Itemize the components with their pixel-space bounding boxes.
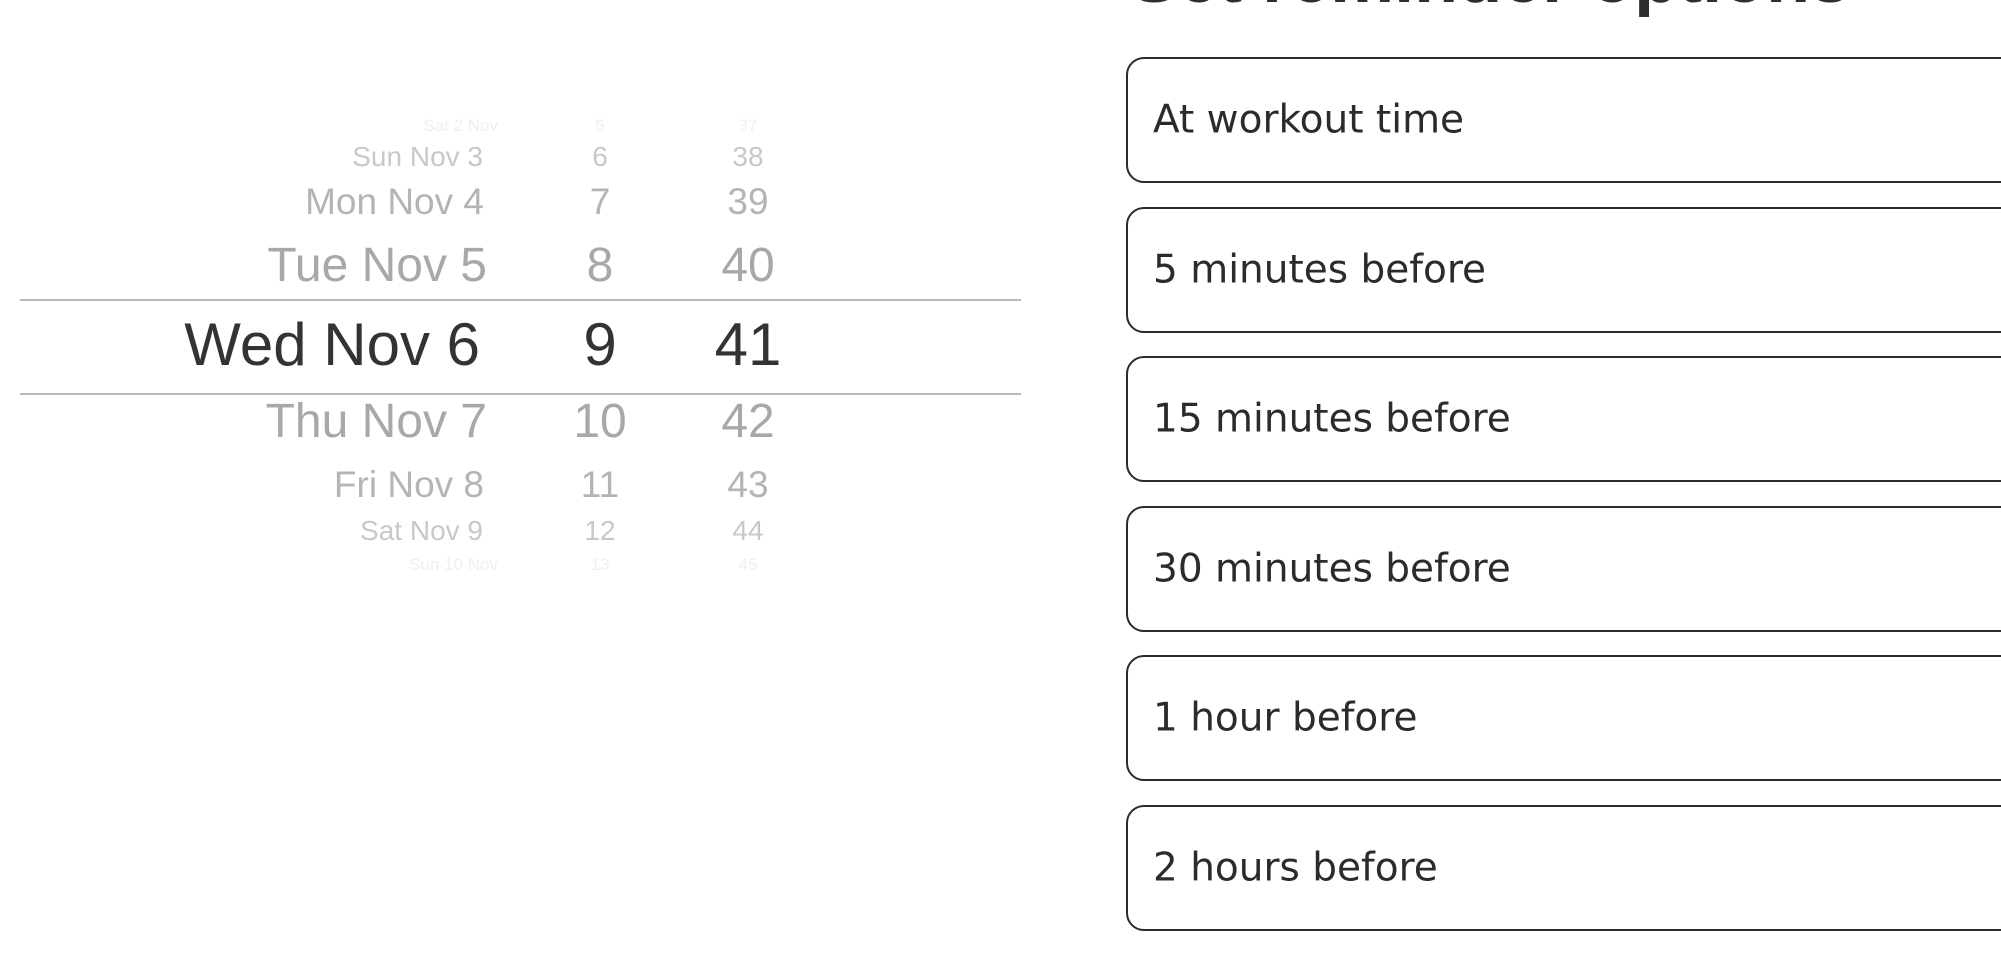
picker-date-cell-text: Sat Nov 9 xyxy=(360,515,483,546)
reminder-option-label: 5 minutes before xyxy=(1153,247,1486,292)
picker-date-cell[interactable]: Thu Nov 7 xyxy=(266,398,487,446)
picker-hour-cell-text: 9 xyxy=(583,311,617,378)
picker-date-cell-text: Mon Nov 4 xyxy=(305,181,484,222)
picker-minute-cell-text: 40 xyxy=(721,239,775,292)
picker-minute-cell-text: 39 xyxy=(727,181,769,222)
picker-date-cell[interactable]: Wed Nov 6 xyxy=(184,315,480,375)
date-time-wheel-picker[interactable]: Sat 2 Nov 5 37 Sun Nov 3 6 38 Mon Nov 4 7 39 Tue … xyxy=(0,0,1022,600)
reminder-option-button[interactable]: 1 hour before xyxy=(1126,655,2001,781)
picker-hour-cell-text: 7 xyxy=(589,181,611,222)
reminder-option-label: 15 minutes before xyxy=(1153,396,1511,442)
reminder-option-label: 2 hours before xyxy=(1153,845,1438,890)
reminder-options-list: At workout time 5 minutes before 15 minute… xyxy=(1126,57,2001,954)
picker-date-cell-text: Wed Nov 6 xyxy=(184,311,480,378)
picker-minute-cell-text: 41 xyxy=(714,311,782,378)
picker-hour-cell-text: 6 xyxy=(592,141,608,172)
picker-date-cell[interactable]: Sun Nov 3 xyxy=(352,143,483,171)
picker-date-cell[interactable]: Sat 2 Nov xyxy=(423,117,498,134)
picker-date-cell-text: Sun 10 Nov xyxy=(409,555,498,574)
picker-hour-cell-text: 13 xyxy=(590,555,610,574)
picker-hour-cell-text: 5 xyxy=(595,116,605,135)
picker-date-cell-text: Sun Nov 3 xyxy=(352,141,483,172)
selection-top-divider xyxy=(20,299,1021,301)
reminder-option-button[interactable]: 30 minutes before xyxy=(1126,505,2001,632)
picker-date-cell-text: Thu Nov 7 xyxy=(265,395,487,448)
reminder-options-heading: Set reminder options xyxy=(1130,0,1850,14)
picker-hour-cell-text: 12 xyxy=(584,515,616,546)
picker-date-cell-text: Tue Nov 5 xyxy=(267,239,487,292)
reminder-option-button[interactable]: 5 minutes before xyxy=(1126,206,2001,333)
picker-minute-cell-text: 37 xyxy=(738,116,758,135)
picker-minute-cell-text: 44 xyxy=(732,515,764,546)
picker-hour-cell-text: 8 xyxy=(586,239,614,292)
picker-minute-cell-text: 43 xyxy=(727,464,769,505)
selection-bottom-divider xyxy=(20,393,1021,395)
picker-date-cell[interactable]: Tue Nov 5 xyxy=(267,242,487,290)
reminder-option-label: 30 minutes before xyxy=(1153,546,1511,591)
picker-hour-cell-text: 11 xyxy=(580,464,620,505)
reminder-option-label: At workout time xyxy=(1153,97,1465,143)
picker-date-cell[interactable]: Sun 10 Nov xyxy=(409,556,498,573)
picker-date-cell[interactable]: Sat Nov 9 xyxy=(360,517,483,545)
reminder-option-button[interactable]: At workout time xyxy=(1126,57,2001,183)
reminder-option-button[interactable]: 2 hours before xyxy=(1126,804,2001,931)
picker-date-cell-text: Fri Nov 8 xyxy=(333,464,484,505)
picker-minute-cell-text: 42 xyxy=(721,395,775,448)
picker-minute-cell-text: 38 xyxy=(732,141,764,172)
reminder-option-label: 1 hour before xyxy=(1153,695,1418,741)
picker-minute-cell-text: 45 xyxy=(738,555,758,574)
picker-date-cell[interactable]: Fri Nov 8 xyxy=(334,466,484,503)
reminder-option-button[interactable]: 15 minutes before xyxy=(1126,356,2001,482)
picker-hour-cell-text: 10 xyxy=(573,395,627,448)
picker-date-cell-text: Sat 2 Nov xyxy=(423,116,498,135)
picker-date-cell[interactable]: Mon Nov 4 xyxy=(305,183,484,220)
